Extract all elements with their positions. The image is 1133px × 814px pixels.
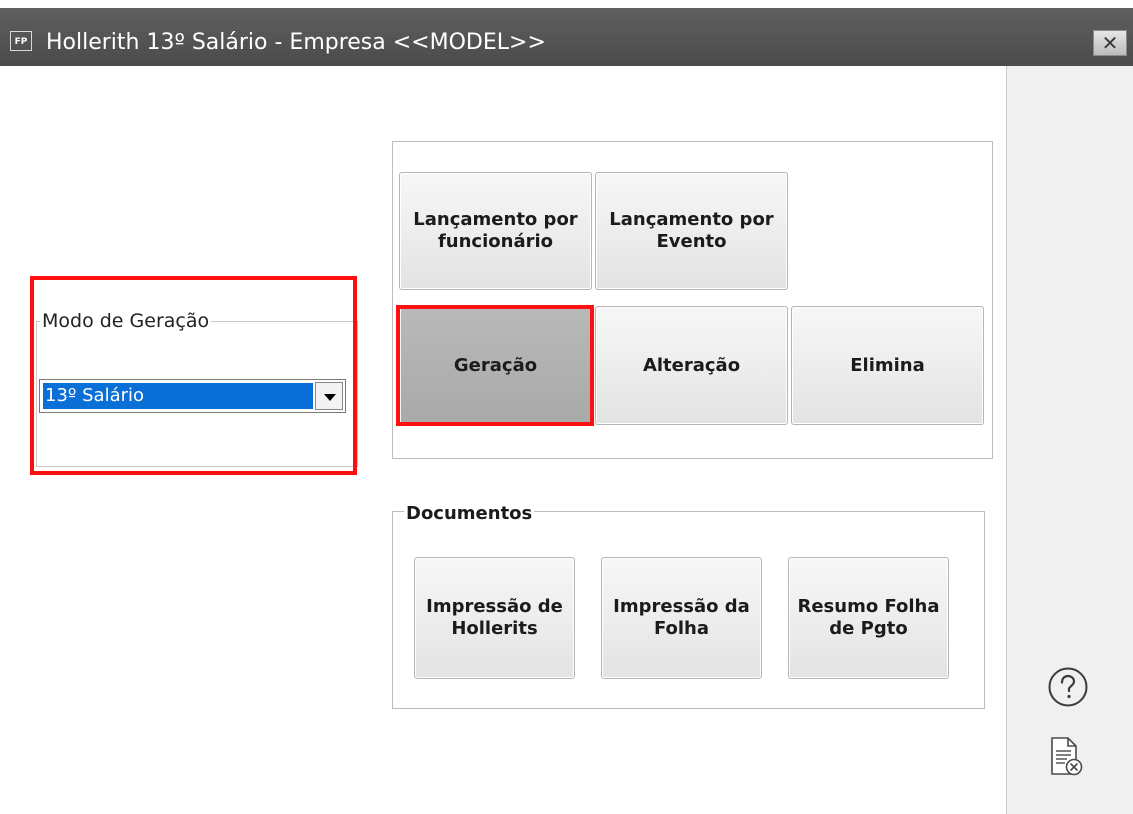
- top-strip: [0, 0, 1133, 8]
- alteracao-label: Alteração: [642, 354, 741, 376]
- lancamento-evento-button[interactable]: Lançamento por Evento: [595, 172, 788, 290]
- close-x-icon: ✕: [1101, 31, 1119, 55]
- impressao-hollerits-button[interactable]: Impressão de Hollerits: [414, 557, 575, 679]
- window-title: Hollerith 13º Salário - Empresa <<MODEL>…: [46, 30, 546, 55]
- geracao-label: Geração: [453, 354, 538, 376]
- main-window: FP Hollerith 13º Salário - Empresa <<MOD…: [0, 0, 1133, 814]
- impressao-hollerits-label: Impressão de Hollerits: [426, 596, 563, 639]
- resumo-folha-label: Resumo Folha de Pgto: [797, 596, 940, 639]
- elimina-button[interactable]: Elimina: [791, 306, 984, 425]
- lancamento-evento-label: Lançamento por Evento: [609, 209, 774, 252]
- impressao-folha-button[interactable]: Impressão da Folha: [601, 557, 762, 679]
- document-cancel-icon[interactable]: [1050, 736, 1084, 778]
- lancamento-funcionario-button[interactable]: Lançamento por funcionário: [399, 172, 592, 290]
- title-bar[interactable]: FP Hollerith 13º Salário - Empresa <<MOD…: [0, 8, 1133, 66]
- help-question-icon[interactable]: [1047, 666, 1089, 708]
- alteracao-button[interactable]: Alteração: [595, 306, 788, 425]
- side-panel: [1006, 66, 1133, 814]
- app-fp-icon: FP: [10, 31, 32, 51]
- geracao-button[interactable]: Geração: [399, 306, 592, 425]
- close-button[interactable]: ✕: [1093, 30, 1127, 56]
- elimina-label: Elimina: [850, 354, 925, 376]
- highlight-modo-geracao: [30, 276, 357, 475]
- lancamento-funcionario-label: Lançamento por funcionário: [413, 209, 578, 252]
- documentos-label: Documentos: [404, 503, 535, 524]
- resumo-folha-button[interactable]: Resumo Folha de Pgto: [788, 557, 949, 679]
- impressao-folha-label: Impressão da Folha: [613, 596, 750, 639]
